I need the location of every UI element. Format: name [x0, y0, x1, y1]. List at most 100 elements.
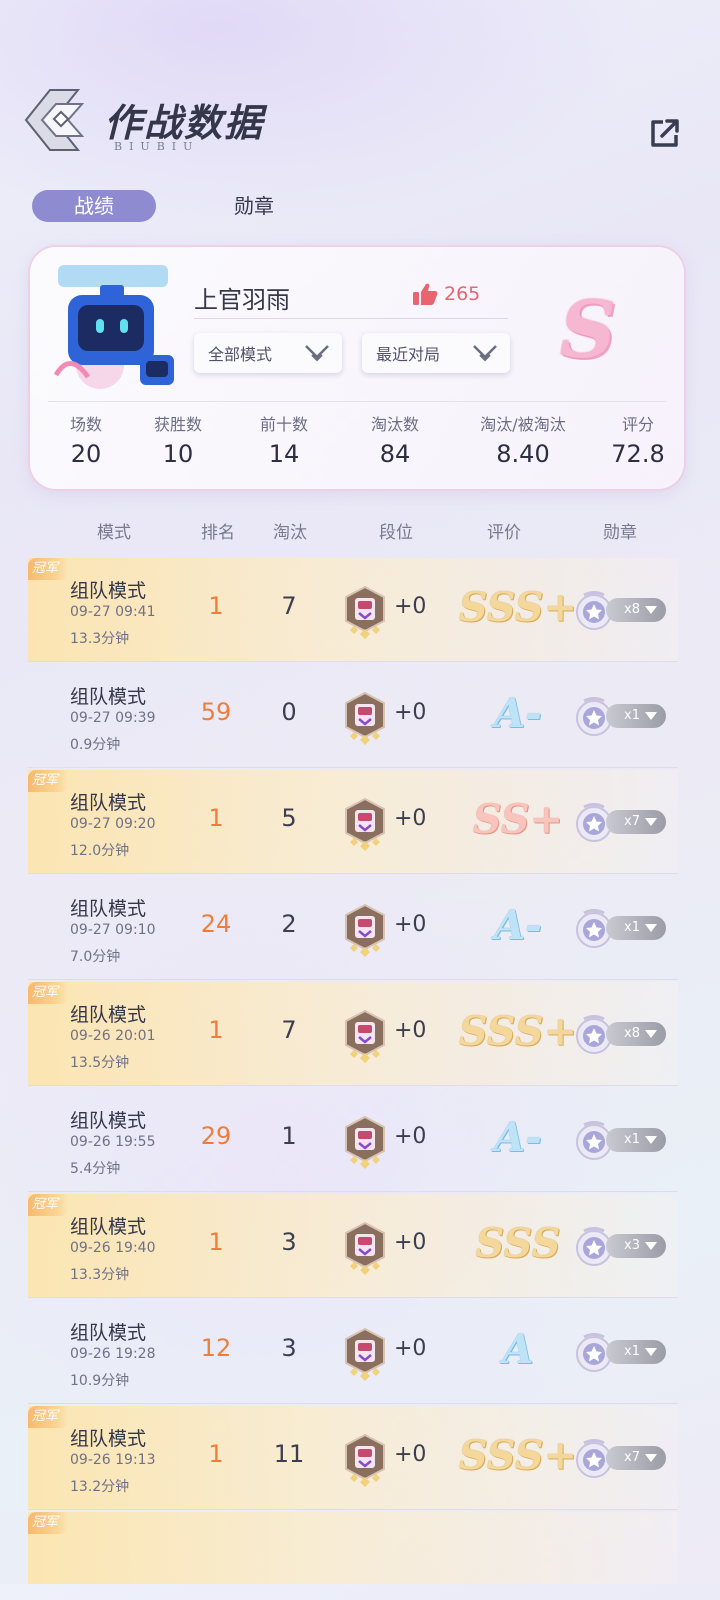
record-tier: [340, 1432, 390, 1492]
record-eliminations: 11: [273, 1440, 305, 1468]
stat-label: 淘汰数: [370, 415, 419, 434]
winner-badge: 冠军: [28, 1194, 69, 1216]
record-tier: [340, 690, 390, 750]
winner-badge: 冠军: [28, 558, 69, 580]
table-row[interactable]: 冠军 组队模式 09-26 20:01 13.5分钟 1 7 +0 SSS+ x8: [28, 982, 678, 1086]
record-tier: [340, 1114, 390, 1174]
table-row[interactable]: 冠军 组队模式 09-26 19:13 13.2分钟 1 11 +0 SSS+ x7: [28, 1406, 678, 1510]
medal-count-dropdown[interactable]: x1: [606, 704, 666, 728]
record-rank: 12: [200, 1334, 232, 1362]
record-rank-change: +0: [394, 1442, 427, 1467]
table-row-partial[interactable]: 冠军: [28, 1512, 678, 1584]
record-mode: 组队模式: [70, 1110, 147, 1132]
record-mode: 组队模式: [70, 1004, 147, 1026]
record-mode: 组队模式: [70, 898, 147, 920]
record-grade: A: [502, 1326, 534, 1373]
record-duration: 7.0分钟: [70, 949, 121, 965]
medal-count-dropdown[interactable]: x8: [606, 598, 666, 622]
medal-count-dropdown[interactable]: x1: [606, 1340, 666, 1364]
stat-value: 10: [162, 440, 194, 468]
winner-badge: 冠军: [28, 1512, 69, 1534]
mode-filter-select[interactable]: 全部模式: [194, 333, 342, 373]
record-grade: SSS+: [458, 584, 578, 631]
medal-count-dropdown[interactable]: x1: [606, 1128, 666, 1152]
stat-value: 20: [70, 440, 102, 468]
record-mode: 组队模式: [70, 1216, 147, 1238]
rank-tier-icon: [345, 903, 385, 957]
table-row[interactable]: 冠军 组队模式 09-27 09:41 13.3分钟 1 7 +0 SSS+ x8: [28, 558, 678, 662]
table-row[interactable]: 冠军 组队模式 09-27 09:20 12.0分钟 1 5 +0 SS+ x7: [28, 770, 678, 874]
record-mode: 组队模式: [70, 1322, 147, 1344]
record-rank: 59: [200, 698, 232, 726]
record-tier: [340, 1326, 390, 1386]
page-title: 作战数据: [104, 100, 265, 145]
medal-count-dropdown[interactable]: x3: [606, 1234, 666, 1258]
stat-matches: 场数 20: [46, 414, 126, 472]
medal-count-dropdown[interactable]: x7: [606, 810, 666, 834]
rank-tier-icon: [345, 1221, 385, 1275]
stat-value: 14: [268, 440, 300, 468]
record-eliminations: 7: [281, 1016, 297, 1044]
table-row[interactable]: 组队模式 09-26 19:28 10.9分钟 12 3 +0 Ax1: [28, 1300, 678, 1404]
caret-down-icon: [645, 1348, 657, 1356]
medal-count-value: x1: [624, 1132, 640, 1147]
record-grade: A-: [494, 902, 542, 949]
avatar[interactable]: [40, 255, 190, 405]
medal-count-value: x1: [624, 708, 640, 723]
record-mode: 组队模式: [70, 580, 147, 602]
record-rank: 1: [208, 592, 224, 620]
record-time: 09-27 09:20: [70, 816, 156, 832]
caret-down-icon: [645, 606, 657, 614]
medal-count-value: x7: [624, 1450, 640, 1465]
record-eliminations: 3: [281, 1334, 297, 1362]
table-row[interactable]: 组队模式 09-27 09:10 7.0分钟 24 2 +0 A-x1: [28, 876, 678, 980]
caret-down-icon: [645, 818, 657, 826]
rank-tier-icon: [345, 585, 385, 639]
record-rank-change: +0: [394, 1230, 427, 1255]
medal-count-value: x8: [624, 602, 640, 617]
caret-down-icon: [645, 712, 657, 720]
column-header-eliminations: 淘汰: [273, 523, 307, 543]
stat-label: 场数: [69, 415, 102, 434]
record-time: 09-27 09:10: [70, 922, 156, 938]
record-grade: A-: [494, 1114, 542, 1161]
table-row[interactable]: 组队模式 09-26 19:55 5.4分钟 29 1 +0 A-x1: [28, 1088, 678, 1192]
medal-count-dropdown[interactable]: x8: [606, 1022, 666, 1046]
table-row[interactable]: 组队模式 09-27 09:39 0.9分钟 59 0 +0 A-x1: [28, 664, 678, 768]
record-rank: 1: [208, 1228, 224, 1256]
record-grade: SSS: [475, 1220, 561, 1267]
column-header-tier: 段位: [379, 523, 413, 543]
record-eliminations: 0: [281, 698, 297, 726]
record-time: 09-26 19:28: [70, 1346, 156, 1362]
stat-score: 评分 72.8: [598, 414, 678, 472]
divider: [194, 318, 508, 319]
record-grade: A-: [494, 690, 542, 737]
medal-count-dropdown[interactable]: x7: [606, 1446, 666, 1470]
table-row[interactable]: 冠军 组队模式 09-26 19:40 13.3分钟 1 3 +0 SSS x3: [28, 1194, 678, 1298]
record-tier: [340, 1008, 390, 1068]
player-name: 上官羽雨: [194, 286, 290, 314]
rank-tier-icon: [345, 1327, 385, 1381]
record-time: 09-27 09:41: [70, 604, 156, 620]
record-rank: 29: [200, 1122, 232, 1150]
stat-eliminations: 淘汰数 84: [355, 414, 435, 472]
caret-down-icon: [645, 1454, 657, 1462]
share-icon[interactable]: [648, 116, 682, 150]
record-eliminations: 1: [281, 1122, 297, 1150]
match-filter-select[interactable]: 最近对局: [362, 333, 510, 373]
stat-value: 84: [379, 440, 411, 468]
tab-medals[interactable]: 勋章: [194, 190, 314, 222]
rank-tier-icon: [345, 797, 385, 851]
medal-count-dropdown[interactable]: x1: [606, 916, 666, 940]
tab-battle-record[interactable]: 战绩: [32, 190, 156, 222]
column-header-rank: 排名: [201, 523, 235, 543]
record-eliminations: 3: [281, 1228, 297, 1256]
record-time: 09-26 19:55: [70, 1134, 156, 1150]
rank-tier-icon: [345, 1115, 385, 1169]
like-count[interactable]: 265: [412, 282, 480, 306]
record-rank-change: +0: [394, 912, 427, 937]
medal-count-value: x1: [624, 1344, 640, 1359]
stat-value: 72.8: [611, 440, 665, 468]
record-time: 09-26 20:01: [70, 1028, 156, 1044]
record-rank: 1: [208, 1016, 224, 1044]
